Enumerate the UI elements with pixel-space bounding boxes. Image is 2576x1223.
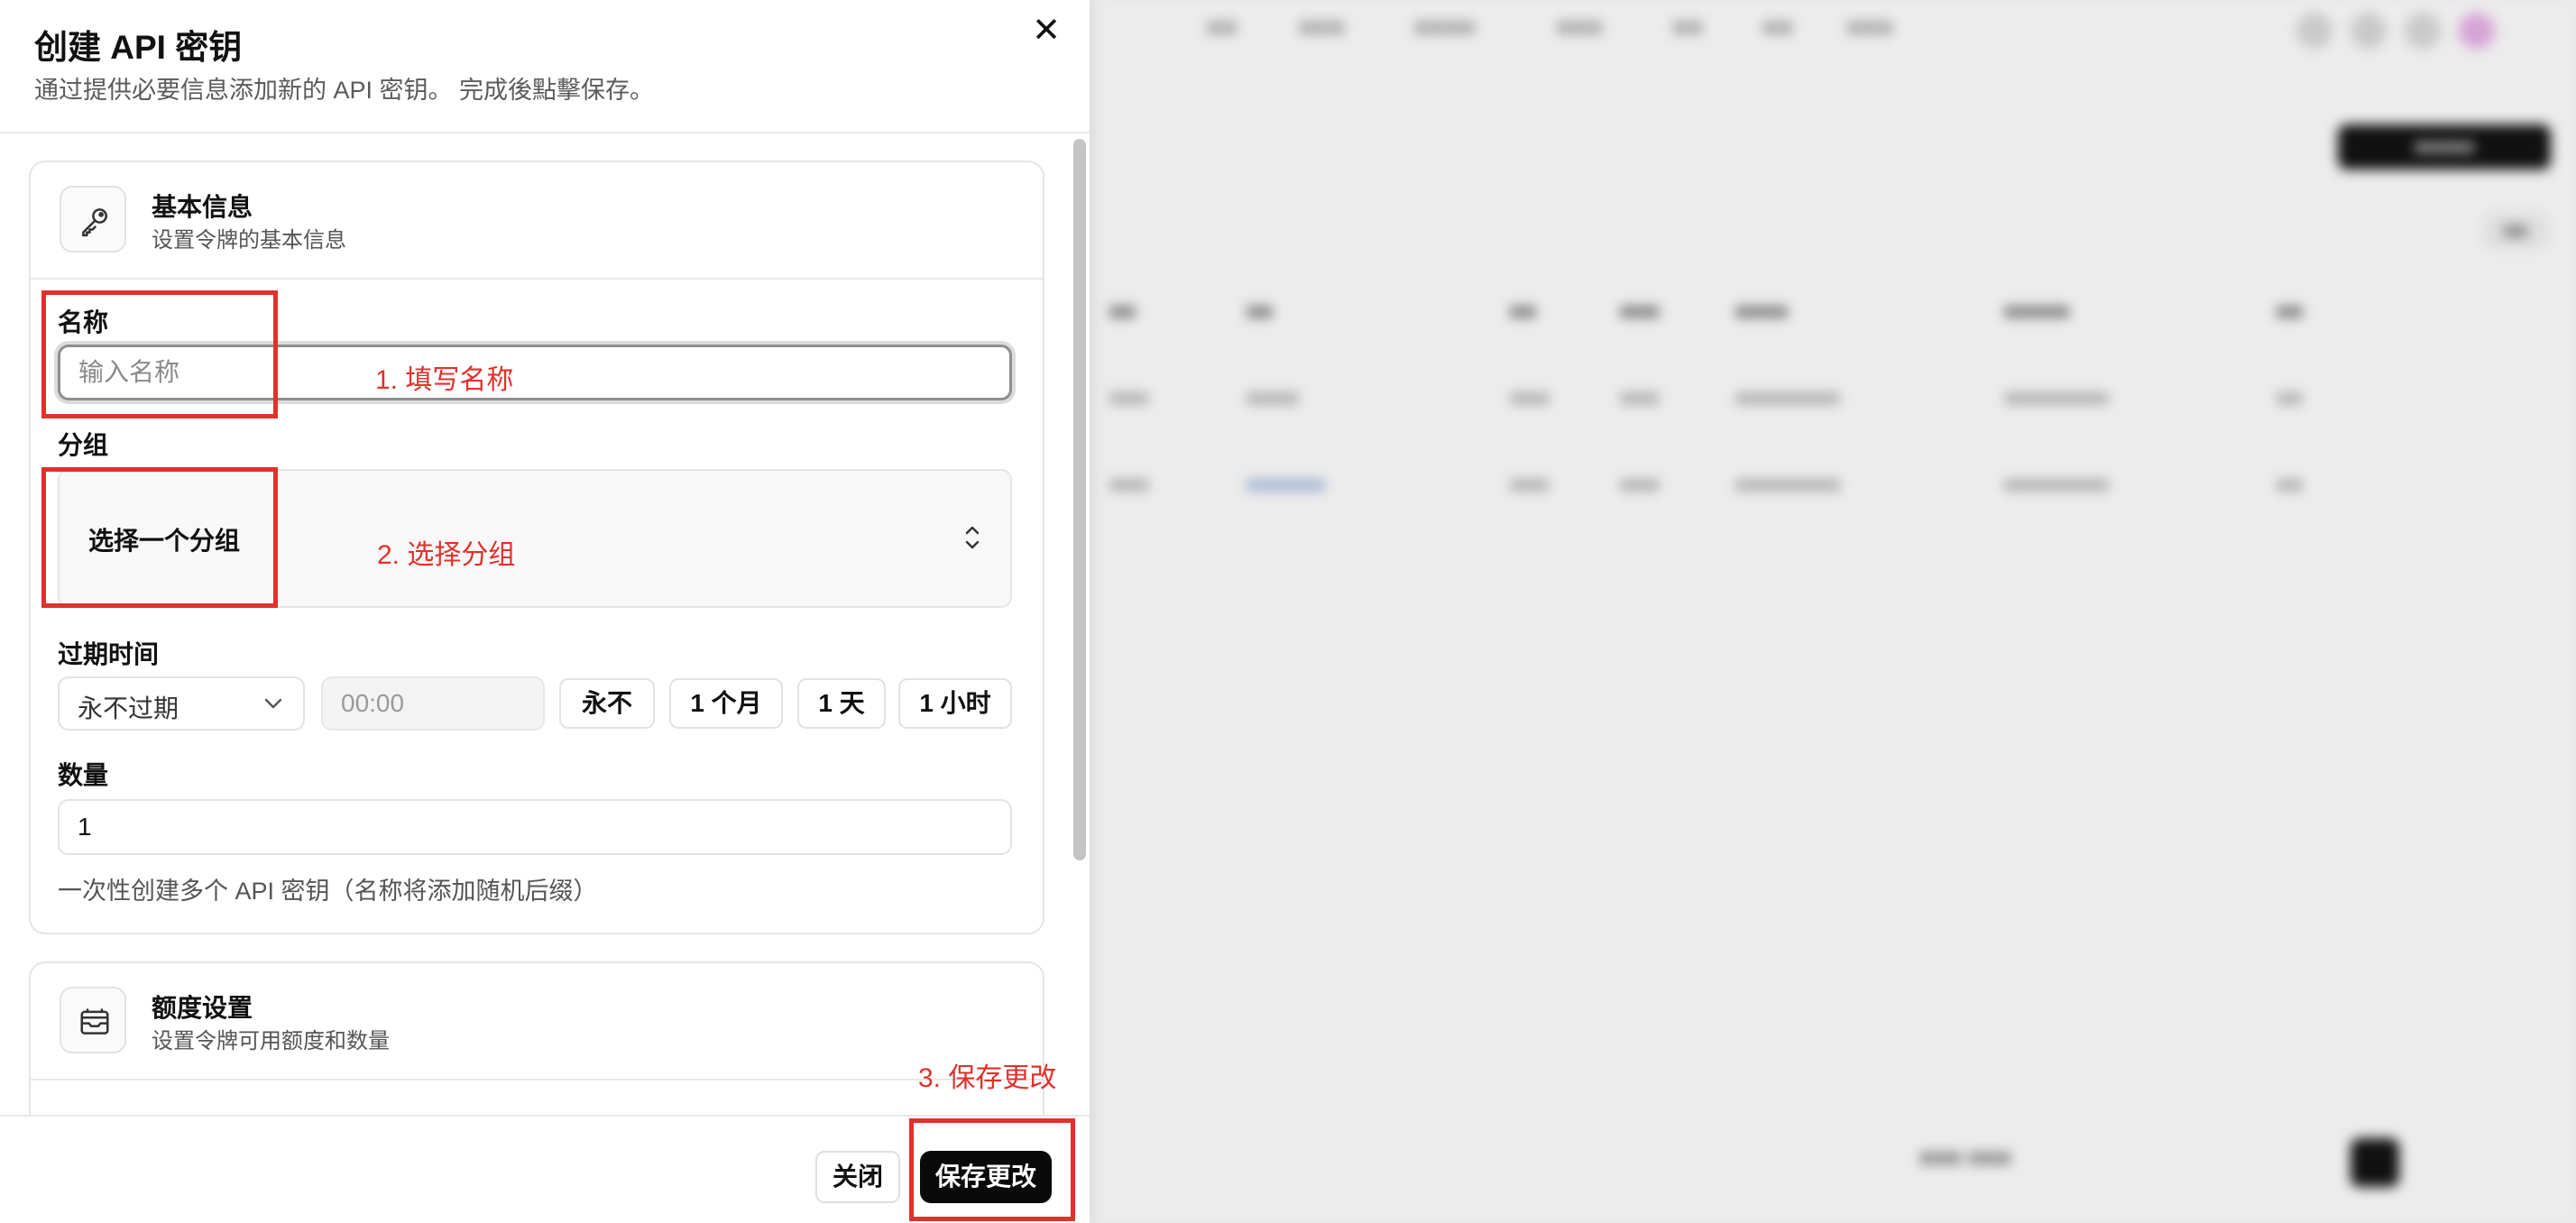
expiry-select[interactable]: 永不过期 (58, 676, 305, 731)
quick-never-button[interactable]: 永不 (559, 678, 655, 729)
annotation-step2: 2. 选择分组 (377, 540, 516, 570)
quota-title: 额度设置 (152, 994, 253, 1022)
close-button[interactable]: 关闭 (815, 1151, 900, 1203)
header-divider (0, 132, 1090, 133)
basic-info-header: 基本信息 设置令牌的基本信息 (31, 162, 1043, 280)
quota-header: 额度设置 设置令牌可用额度和数量 (31, 963, 1043, 1080)
quick-one-hour-button[interactable]: 1 小时 (898, 678, 1012, 729)
quick-one-month-button[interactable]: 1 个月 (669, 678, 783, 729)
annotation-box-save (909, 1118, 1075, 1221)
annotation-box-group (41, 467, 278, 608)
quick-one-day-button[interactable]: 1 天 (797, 678, 886, 729)
scrollbar[interactable] (1073, 139, 1086, 860)
wallet-icon (60, 987, 126, 1053)
basic-info-title: 基本信息 (152, 193, 253, 221)
group-label: 分组 (58, 431, 109, 459)
expiry-time-input[interactable]: 00:00 (321, 676, 545, 731)
quantity-input[interactable] (58, 799, 1012, 855)
quantity-help-text: 一次性创建多个 API 密钥（名称将添加随机后缀） (58, 878, 598, 905)
quota-description: 设置令牌可用额度和数量 (152, 1029, 390, 1053)
expiry-select-value: 永不过期 (78, 694, 179, 722)
quantity-label: 数量 (58, 761, 109, 789)
annotation-step1: 1. 填写名称 (375, 365, 514, 395)
background-create-button: ■■■■■ (2338, 124, 2551, 170)
expiry-time-placeholder: 00:00 (341, 689, 405, 717)
background-page: ■■ ■■■ ■■■■ ■■■ ■■ ■■ ■■■ ■■■■■ ■■ ■■ ■■ ■… (1090, 0, 2576, 1221)
dialog-title: 创建 API 密钥 (34, 29, 243, 66)
expiry-label: 过期时间 (58, 640, 160, 668)
background-small-button: ■■ (2484, 213, 2547, 249)
chevron-up-down-icon (961, 521, 983, 558)
annotation-box-name (41, 290, 278, 418)
key-icon (60, 186, 126, 253)
chevron-down-icon (263, 696, 283, 715)
close-icon[interactable]: ✕ (1028, 13, 1064, 49)
basic-info-description: 设置令牌的基本信息 (152, 228, 346, 253)
annotation-step3: 3. 保存更改 (918, 1063, 1057, 1093)
create-api-key-dialog: 创建 API 密钥 通过提供必要信息添加新的 API 密钥。 完成後點擊保存。 … (0, 0, 1090, 1223)
dialog-subtitle: 通过提供必要信息添加新的 API 密钥。 完成後點擊保存。 (34, 77, 655, 104)
